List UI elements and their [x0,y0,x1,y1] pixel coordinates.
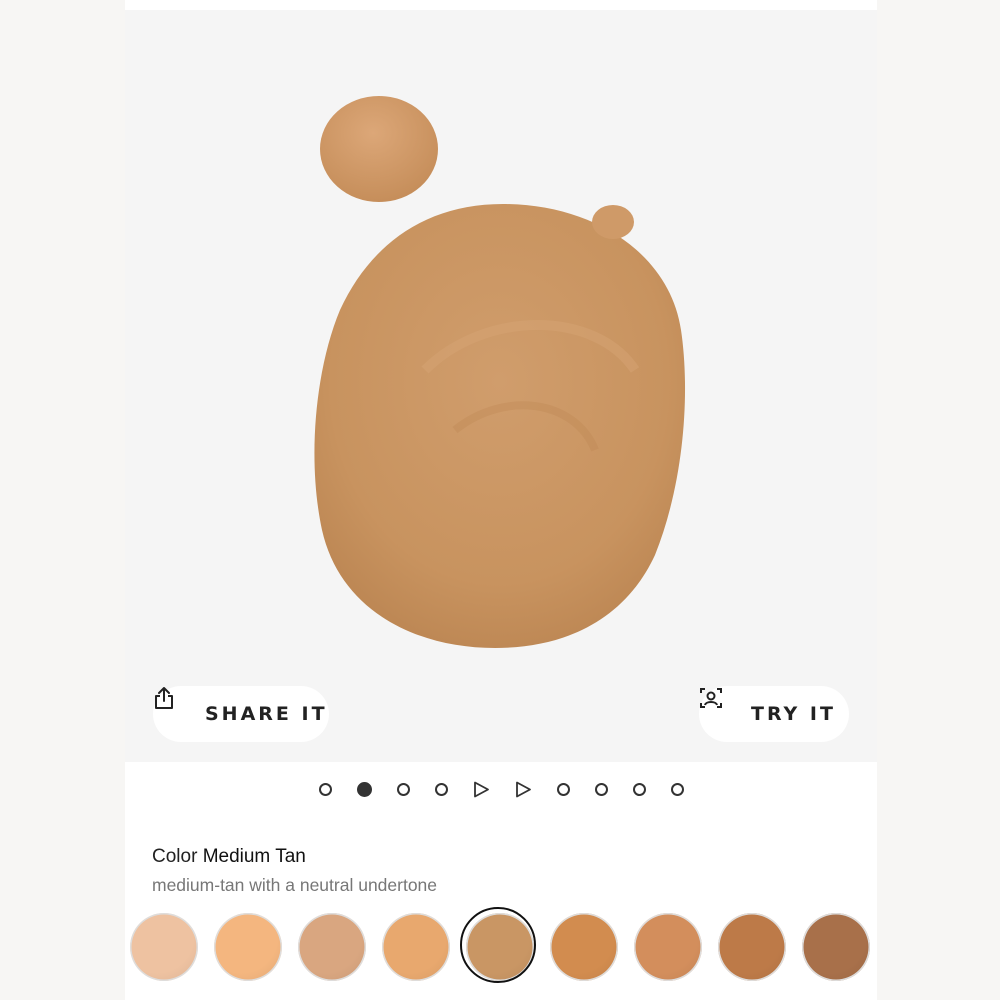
color-label: Color [152,846,198,867]
carousel-dot[interactable] [594,782,608,796]
carousel-dot[interactable] [670,782,684,796]
shade-swatch[interactable] [634,913,702,981]
carousel-dot-active[interactable] [356,781,372,797]
carousel-video-dot[interactable] [473,781,490,798]
color-name-line: Color Medium Tan [152,846,306,868]
shade-swatch[interactable] [382,913,450,981]
try-label: TRY IT [751,703,836,725]
product-image-carousel[interactable]: SHARE IT TRY IT [125,10,877,762]
share-icon [155,687,191,726]
share-label: SHARE IT [205,703,328,725]
carousel-pagination [125,778,877,800]
try-on-button[interactable]: TRY IT [699,686,849,742]
large-product-droplet [314,204,686,648]
left-backdrop [0,0,125,1000]
shade-swatch[interactable] [550,913,618,981]
product-detail-screen: SHARE IT TRY IT Color Medium Tan medium-… [125,0,877,1000]
carousel-video-dot[interactable] [515,781,532,798]
play-icon [473,781,489,797]
carousel-dot[interactable] [556,782,570,796]
right-backdrop [875,0,1000,1000]
color-description: medium-tan with a neutral undertone [152,875,438,895]
shade-swatch[interactable] [802,913,870,981]
shade-swatch[interactable] [130,913,198,981]
face-scan-icon [700,688,737,726]
shade-swatch-selected[interactable] [460,907,536,983]
foundation-swatch-image [314,96,686,648]
share-button[interactable]: SHARE IT [153,686,329,742]
shade-swatch[interactable] [214,913,282,981]
play-icon [515,781,531,797]
carousel-dot[interactable] [396,782,410,796]
carousel-dot[interactable] [318,782,332,796]
small-product-droplet [320,96,438,202]
shade-swatch[interactable] [298,913,366,981]
carousel-dot[interactable] [434,782,448,796]
color-value: Medium Tan [202,846,306,867]
carousel-dot[interactable] [632,782,646,796]
shade-swatch[interactable] [718,913,786,981]
